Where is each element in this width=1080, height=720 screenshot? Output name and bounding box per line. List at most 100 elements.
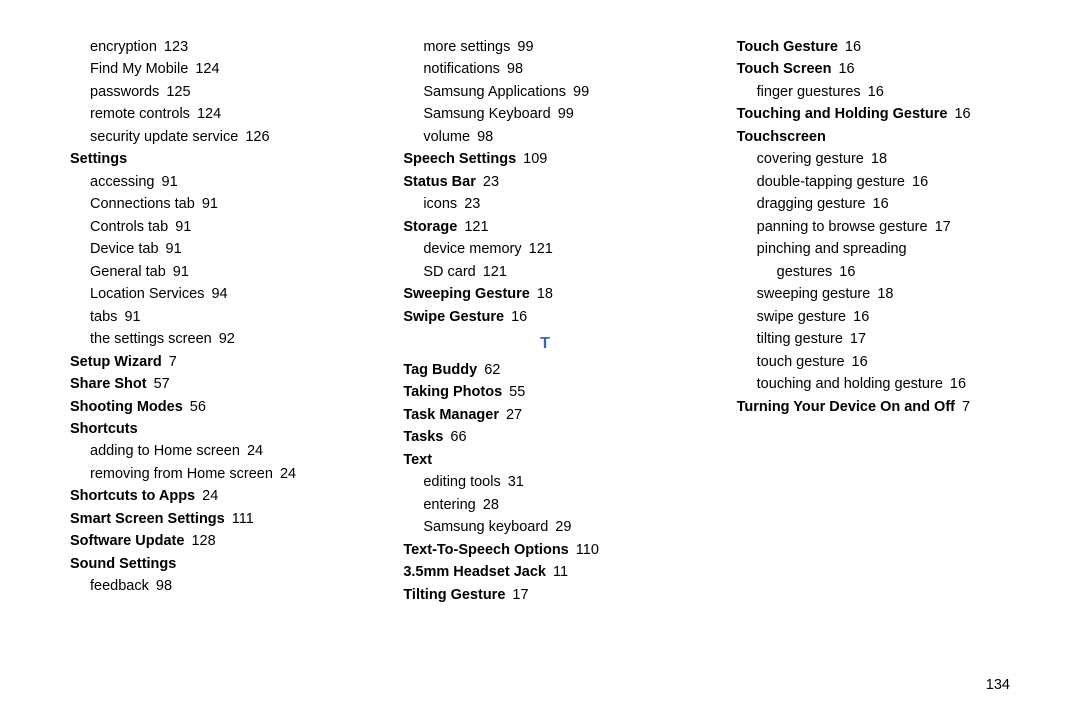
entry-page: 7: [958, 399, 970, 415]
entry-label: Status Bar: [403, 174, 476, 190]
entry-label: swipe gesture: [757, 309, 846, 325]
index-heading: Speech Settings 109: [403, 148, 686, 170]
index-subentry: device memory 121: [403, 238, 686, 260]
index-subentry: tilting gesture 17: [737, 328, 1020, 350]
index-heading: Sweeping Gesture 18: [403, 283, 686, 305]
entry-label: Sweeping Gesture: [403, 286, 530, 302]
entry-label: Text-To-Speech Options: [403, 542, 568, 558]
entry-label: Touching and Holding Gesture: [737, 106, 948, 122]
index-subentry: dragging gesture 16: [737, 193, 1020, 215]
entry-page: 91: [169, 264, 189, 280]
entry-page: 121: [479, 264, 507, 280]
entry-page: 16: [507, 309, 527, 325]
entry-label: Controls tab: [90, 219, 168, 235]
entry-label: pinching and spreading: [757, 241, 907, 257]
entry-label: sweeping gesture: [757, 286, 871, 302]
index-heading: Smart Screen Settings 111: [70, 508, 353, 530]
index-subentry: Connections tab 91: [70, 193, 353, 215]
index-subentry: Device tab 91: [70, 238, 353, 260]
entry-page: 124: [193, 106, 221, 122]
entry-page: 91: [157, 174, 177, 190]
entry-page: 99: [513, 39, 533, 55]
entry-page: 111: [228, 511, 254, 527]
index-heading: Taking Photos 55: [403, 381, 686, 403]
entry-label: Shortcuts: [70, 421, 138, 437]
entry-page: 126: [241, 129, 269, 145]
entry-page: 17: [931, 219, 951, 235]
index-heading: Shortcuts: [70, 418, 353, 440]
index-subentry: accessing 91: [70, 171, 353, 193]
entry-page: 16: [834, 61, 854, 77]
entry-label: Samsung Applications: [423, 84, 566, 100]
index-heading: Settings: [70, 148, 353, 170]
index-subentry: volume 98: [403, 126, 686, 148]
index-heading: Setup Wizard 7: [70, 351, 353, 373]
entry-page: 24: [276, 466, 296, 482]
index-heading: Turning Your Device On and Off 7: [737, 396, 1020, 418]
index-heading: Software Update 128: [70, 530, 353, 552]
entry-page: 66: [446, 429, 466, 445]
entry-page: 55: [505, 384, 525, 400]
entry-label: remote controls: [90, 106, 190, 122]
entry-page: 18: [867, 151, 887, 167]
entry-page: 91: [198, 196, 218, 212]
entry-page: 16: [908, 174, 928, 190]
entry-page: 99: [554, 106, 574, 122]
entry-label: Touch Screen: [737, 61, 832, 77]
entry-label: touch gesture: [757, 354, 845, 370]
entry-label: finger guestures: [757, 84, 861, 100]
entry-label: passwords: [90, 84, 159, 100]
index-subentry: covering gesture 18: [737, 148, 1020, 170]
entry-page: 27: [502, 407, 522, 423]
entry-label: Storage: [403, 219, 457, 235]
index-subentry: adding to Home screen 24: [70, 440, 353, 462]
entry-page: 16: [848, 354, 868, 370]
entry-label: Touchscreen: [737, 129, 826, 145]
entry-label: accessing: [90, 174, 154, 190]
entry-label: gestures: [777, 264, 833, 280]
entry-page: 92: [215, 331, 235, 347]
entry-label: device memory: [423, 241, 521, 257]
index-subentry: entering 28: [403, 494, 686, 516]
entry-label: Smart Screen Settings: [70, 511, 225, 527]
entry-page: 16: [835, 264, 855, 280]
index-heading: Swipe Gesture 16: [403, 306, 686, 328]
entry-label: Device tab: [90, 241, 159, 257]
index-subentry: Controls tab 91: [70, 216, 353, 238]
index-heading: Status Bar 23: [403, 171, 686, 193]
entry-page: 16: [849, 309, 869, 325]
entry-label: tabs: [90, 309, 117, 325]
entry-page: 18: [533, 286, 553, 302]
entry-label: General tab: [90, 264, 166, 280]
entry-label: Find My Mobile: [90, 61, 188, 77]
entry-label: Location Services: [90, 286, 204, 302]
entry-label: Task Manager: [403, 407, 499, 423]
entry-page: 29: [551, 519, 571, 535]
entry-label: Turning Your Device On and Off: [737, 399, 955, 415]
index-subentry: icons 23: [403, 193, 686, 215]
entry-label: Tasks: [403, 429, 443, 445]
index-heading: 3.5mm Headset Jack 11: [403, 561, 686, 583]
index-heading: Text-To-Speech Options 110: [403, 539, 686, 561]
index-subentry: sweeping gesture 18: [737, 283, 1020, 305]
entry-label: volume: [423, 129, 470, 145]
entry-page: 23: [460, 196, 480, 212]
index-page: encryption 123Find My Mobile 124password…: [0, 0, 1080, 640]
entry-page: 91: [162, 241, 182, 257]
entry-page: 16: [868, 196, 888, 212]
entry-label: adding to Home screen: [90, 443, 240, 459]
entry-page: 94: [207, 286, 227, 302]
index-letter: T: [403, 332, 686, 357]
index-subentry: Samsung Keyboard 99: [403, 103, 686, 125]
index-subentry: touch gesture 16: [737, 351, 1020, 373]
entry-page: 16: [864, 84, 884, 100]
index-subentry: editing tools 31: [403, 471, 686, 493]
entry-label: panning to browse gesture: [757, 219, 928, 235]
entry-label: Samsung keyboard: [423, 519, 548, 535]
index-subentry: Location Services 94: [70, 283, 353, 305]
entry-page: 16: [946, 376, 966, 392]
entry-page: 98: [503, 61, 523, 77]
index-subentry: Find My Mobile 124: [70, 58, 353, 80]
entry-page: 16: [950, 106, 970, 122]
entry-page: 7: [165, 354, 177, 370]
